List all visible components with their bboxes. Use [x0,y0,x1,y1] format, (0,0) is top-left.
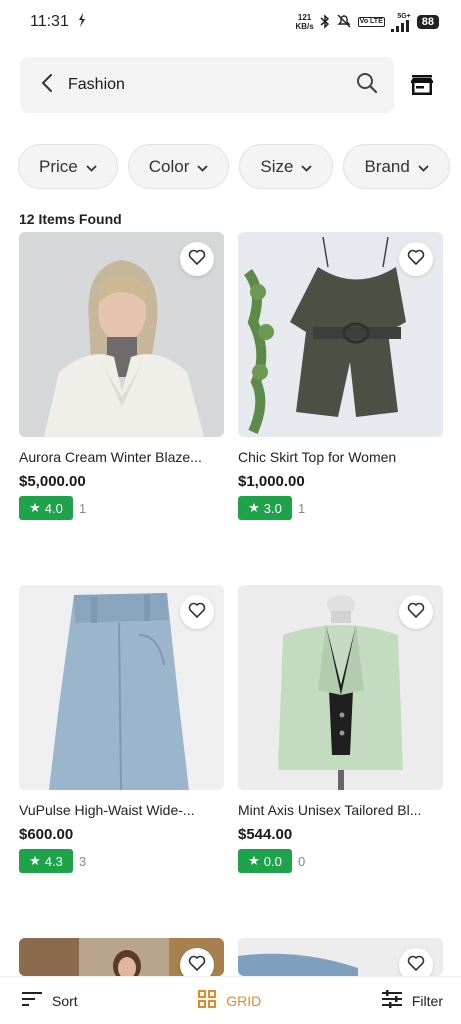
items-count: 12 Items Found [19,211,122,227]
favorite-button[interactable] [399,595,433,629]
review-count: 1 [298,500,306,516]
product-name[interactable]: Chic Skirt Top for Women [238,449,443,465]
review-count: 3 [79,853,87,869]
rating-badge: ★ 4.0 [19,496,73,520]
battery-indicator: 88 [416,15,439,29]
product-image[interactable] [19,938,224,976]
signal-icon: 5G+ [390,13,411,32]
status-bar: 11:31 121 KB/s Vo LTE 5G+ 88 [0,0,461,44]
favorite-button[interactable] [399,948,433,976]
grid-icon [198,990,217,1011]
review-count: 0 [298,853,306,869]
search-icon[interactable] [356,72,378,99]
chevron-down-icon [197,157,208,177]
rating-badge: ★ 4.3 [19,849,73,873]
filter-price[interactable]: Price [18,144,118,189]
filter-label: Color [148,156,190,176]
volte-badge: Vo LTE [357,17,385,27]
sort-label: Sort [52,992,78,1009]
product-name[interactable]: Mint Axis Unisex Tailored Bl... [238,802,443,818]
favorite-button[interactable] [180,242,214,276]
star-icon: ★ [248,500,260,515]
product-name[interactable]: Aurora Cream Winter Blaze... [19,449,224,465]
product-price: $1,000.00 [238,473,305,490]
product-price: $5,000.00 [19,473,86,490]
product-card[interactable] [19,938,224,976]
product-image[interactable] [238,585,443,790]
product-card[interactable]: VuPulse High-Waist Wide-... $600.00 ★ 4.… [19,585,224,873]
filter-sliders-icon [381,990,402,1011]
star-icon: ★ [248,853,260,868]
product-card[interactable]: Chic Skirt Top for Women $1,000.00 ★ 3.0… [238,232,443,520]
star-icon: ★ [29,853,41,868]
product-image[interactable] [238,232,443,437]
sort-button[interactable]: Sort [22,992,78,1009]
mute-icon [336,14,352,30]
favorite-button[interactable] [399,242,433,276]
status-time: 11:31 [30,13,69,30]
favorite-button[interactable] [180,595,214,629]
heart-icon [188,249,206,270]
product-image[interactable] [19,585,224,790]
filter-label: Size [260,156,294,176]
product-card[interactable] [238,938,443,976]
review-count: 1 [79,500,87,516]
product-card[interactable]: Mint Axis Unisex Tailored Bl... $544.00 … [238,585,443,873]
bluetooth-icon [320,13,330,31]
product-price: $600.00 [19,826,74,843]
filter-button[interactable]: Filter [381,990,443,1011]
heart-icon [407,249,425,270]
rating-badge: ★ 0.0 [238,849,292,873]
filter-label: Filter [411,992,443,1009]
filter-label: Price [39,156,78,176]
net-speed: 121 KB/s [295,13,314,31]
search-bar[interactable]: Fashion [20,57,394,113]
star-icon: ★ [29,500,41,515]
bottom-bar: Sort GRID Filter [0,976,461,1024]
notification-icon [77,12,87,32]
heart-icon [407,602,425,623]
heart-icon [188,955,206,976]
filter-size[interactable]: Size [239,144,334,189]
rating-badge: ★ 3.0 [238,496,292,520]
sort-icon [22,992,42,1009]
chevron-down-icon [86,157,97,177]
chevron-down-icon [418,157,429,177]
grid-toggle-button[interactable]: GRID [198,990,261,1011]
filter-brand[interactable]: Brand [343,144,450,189]
search-input[interactable]: Fashion [68,76,356,94]
chevron-down-icon [301,157,313,177]
product-name[interactable]: VuPulse High-Waist Wide-... [19,802,224,818]
grid-label: GRID [226,992,262,1009]
filter-chips: Price Color Size Brand [18,144,461,190]
product-image[interactable] [238,938,443,976]
search-row: Fashion [20,57,440,113]
product-card[interactable]: Aurora Cream Winter Blaze... $5,000.00 ★… [19,232,224,520]
product-image[interactable] [19,232,224,437]
back-icon[interactable] [40,73,54,98]
filter-label: Brand [364,156,410,176]
favorite-button[interactable] [180,948,214,976]
heart-icon [188,602,206,623]
store-icon[interactable] [410,73,434,97]
product-price: $544.00 [238,826,293,843]
heart-icon [407,955,425,976]
filter-color[interactable]: Color [127,144,230,189]
